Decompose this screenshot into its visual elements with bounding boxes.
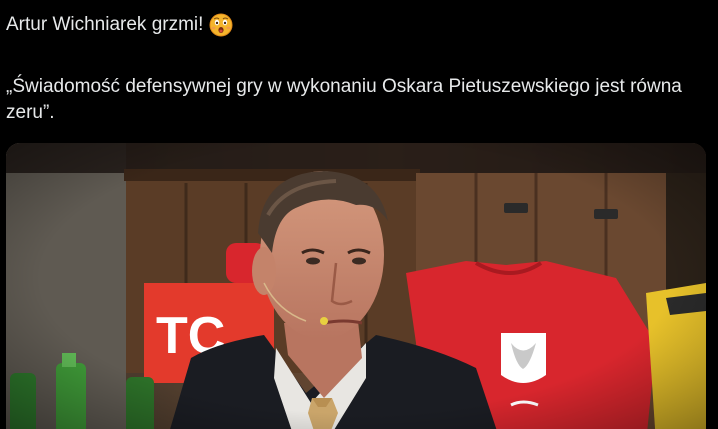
tweet-media-image[interactable]: TC [6,143,706,429]
astonished-face-icon [209,13,233,37]
tweet: Artur Wichniarek grzmi! „Świadomość defe… [0,0,718,429]
tweet-quote: „Świadomość defensywnej gry w wykonaniu … [6,76,682,123]
tweet-headline-row: Artur Wichniarek grzmi! [6,12,233,38]
studio-photo: TC [6,143,706,429]
tweet-headline: Artur Wichniarek grzmi! [6,14,204,35]
